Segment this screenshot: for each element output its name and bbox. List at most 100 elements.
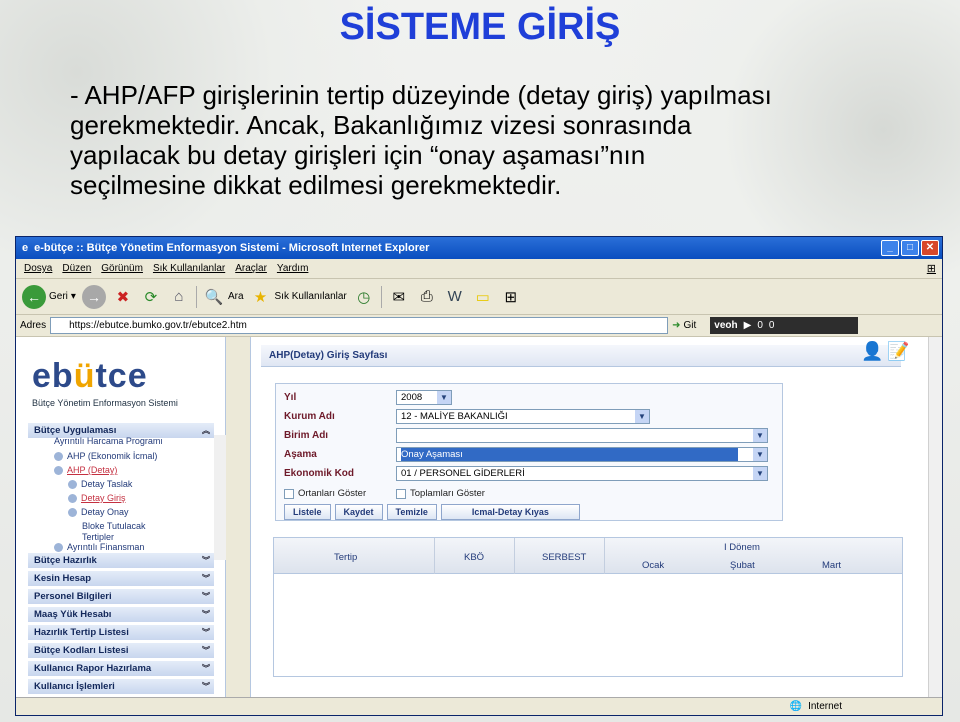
temizle-button[interactable]: Temizle [386, 504, 437, 520]
mail-icon[interactable]: ✉ [388, 286, 410, 308]
menu-section[interactable]: Kesin Hesap ︾ [28, 571, 214, 587]
icmal-detay-button[interactable]: Icmal-Detay Kıyas [440, 504, 580, 520]
main-pane: AHP(Detay) Giriş Sayfası 👤 📝 Yıl 2008 ▼ K… [251, 337, 942, 697]
user-icon[interactable]: 👤 [861, 341, 883, 362]
globe-icon: 🌐 [789, 701, 803, 712]
separator [380, 285, 382, 308]
kaydet-button[interactable]: Kaydet [334, 504, 383, 520]
sidebar-scrollbar[interactable] [214, 435, 226, 560]
slide-line: - AHP/AFP girişlerinin tertip düzeyinde … [70, 80, 772, 110]
col-subat: Şubat [730, 560, 755, 571]
col-period: I Dönem [724, 542, 760, 553]
col-ocak: Ocak [642, 560, 665, 571]
chevron-down-icon: ︾ [202, 556, 210, 565]
address-bar: Adres ➜Git veoh▶00 [16, 315, 942, 337]
col-kbo: KBÖ [464, 552, 485, 563]
bullet-icon [68, 508, 77, 518]
close-icon[interactable]: ✕ [921, 240, 939, 256]
menu-araclar[interactable]: Araçlar [235, 263, 267, 274]
tree-tertipler[interactable]: Tertipler [82, 532, 114, 542]
page-content: ebütce Bütçe Yönetim Enformasyon Sistemi… [16, 337, 942, 697]
chevron-down-icon: ▼ [437, 391, 451, 404]
chevron-down-icon: ▼ [753, 448, 767, 461]
veoh-toolbar[interactable]: veoh ▶ 0 0 [710, 317, 859, 334]
chevron-down-icon[interactable]: ▾ [71, 291, 76, 302]
main-scrollbar[interactable] [928, 337, 942, 697]
listele-button[interactable]: Listele [284, 504, 331, 520]
notes-icon[interactable]: 📝 [887, 341, 909, 362]
data-grid: Tertip KBÖ SERBEST I Dönem Ocak Şubat Ma… [273, 537, 903, 677]
menu-section[interactable]: Kullanıcı İşlemleri ︾ [28, 679, 214, 695]
tree-detay-taslak[interactable]: Detay Taslak [68, 479, 132, 490]
search-icon: 🔍 [204, 288, 224, 306]
chevron-down-icon: ︾ [202, 646, 210, 655]
col-mart: Mart [822, 560, 841, 571]
tree-bloke[interactable]: Bloke Tutulacak [82, 521, 146, 531]
field-label-kurum: Kurum Adı [284, 411, 335, 422]
tree-ayrintili-harcama[interactable]: Ayrıntılı Harcama Programı [54, 436, 163, 446]
chevron-down-icon: ︾ [202, 628, 210, 637]
menu-sik-kullanilanlar[interactable]: Sık Kullanılanlar [153, 263, 225, 274]
favorites-button[interactable]: ★ Sık Kullanılanlar [250, 286, 347, 308]
menu-section[interactable]: Bütçe Hazırlık ︾ [28, 553, 214, 569]
bullet-icon [54, 543, 63, 553]
back-button[interactable]: ← Geri ▾ [22, 284, 76, 309]
minimize-icon[interactable]: _ [881, 240, 899, 256]
tree-detay-onay[interactable]: Detay Onay [68, 507, 129, 518]
forward-button[interactable]: → [81, 284, 106, 309]
chevron-down-icon: ︾ [202, 682, 210, 691]
browser-titlebar[interactable]: e e-bütçe :: Bütçe Yönetim Enformasyon S… [16, 237, 942, 259]
address-input[interactable] [50, 317, 669, 334]
yil-select[interactable]: 2008 ▼ [396, 390, 452, 405]
browser-window: e e-bütçe :: Bütçe Yönetim Enformasyon S… [15, 236, 943, 716]
asama-select[interactable]: Onay Aşaması ▼ [396, 447, 768, 462]
chevron-down-icon: ▼ [753, 429, 767, 442]
bullet-icon [68, 480, 77, 490]
edit-icon[interactable]: W [444, 286, 466, 308]
address-label: Adres [20, 320, 47, 331]
research-icon[interactable]: ⊞ [500, 286, 522, 308]
chevron-down-icon: ▼ [753, 467, 767, 480]
tree-ahp-ekonomik[interactable]: AHP (Ekonomik İcmal) [54, 451, 157, 462]
discuss-icon[interactable]: ▭ [472, 286, 494, 308]
menu-section[interactable]: Hazırlık Tertip Listesi ︾ [28, 625, 214, 641]
pane-splitter[interactable] [226, 337, 251, 697]
go-button[interactable]: ➜ Git [672, 320, 696, 331]
kurum-select[interactable]: 12 - MALİYE BAKANLIĞI ▼ [396, 409, 650, 424]
stop-icon[interactable]: ✖ [112, 286, 134, 308]
go-arrow-icon: ➜ [672, 320, 681, 331]
field-label-yil: Yıl [284, 392, 297, 403]
search-button[interactable]: 🔍 Ara [203, 286, 244, 308]
print-icon[interactable]: ⎙ [416, 286, 438, 308]
col-tertip: Tertip [334, 552, 358, 563]
ekonomik-select[interactable]: 01 / PERSONEL GİDERLERİ ▼ [396, 466, 768, 481]
grid-header: Tertip KBÖ SERBEST I Dönem Ocak Şubat Ma… [274, 538, 902, 574]
history-icon[interactable]: ◷ [353, 286, 375, 308]
birim-select[interactable]: ▼ [396, 428, 768, 443]
menu-gorunum[interactable]: Görünüm [101, 263, 143, 274]
home-icon[interactable]: ⌂ [168, 286, 190, 308]
menu-dosya[interactable]: Dosya [24, 263, 52, 274]
star-icon: ★ [253, 288, 268, 306]
chevron-up-icon: ︽ [202, 426, 210, 435]
toplamlari-goster-checkbox[interactable]: Toplamları Göster [396, 488, 485, 499]
menu-section[interactable]: Bütçe Kodları Listesi ︾ [28, 643, 214, 659]
tree-ayrintili-finansman[interactable]: Ayrıntılı Finansman [54, 542, 144, 553]
menu-yardim[interactable]: Yardım [277, 263, 309, 274]
chevron-down-icon: ︾ [202, 664, 210, 673]
tree-detay-giris[interactable]: Detay Giriş [68, 493, 126, 504]
field-label-ekonomik: Ekonomik Kod [284, 468, 355, 479]
bullet-icon [54, 466, 63, 476]
menu-section[interactable]: Kullanıcı Rapor Hazırlama ︾ [28, 661, 214, 677]
refresh-icon[interactable]: ⟳ [140, 286, 162, 308]
menu-section[interactable]: Maaş Yük Hesabı ︾ [28, 607, 214, 623]
maximize-icon[interactable]: □ [901, 240, 919, 256]
separator [195, 285, 197, 308]
menu-bar: Dosya Düzen Görünüm Sık Kullanılanlar Ar… [16, 259, 942, 279]
menu-duzen[interactable]: Düzen [62, 263, 91, 274]
status-bar: 🌐 Internet [16, 697, 942, 715]
tree-ahp-detay[interactable]: AHP (Detay) [54, 465, 117, 476]
menu-section[interactable]: Personel Bilgileri ︾ [28, 589, 214, 605]
ortanlari-goster-checkbox[interactable]: Ortanları Göster [284, 488, 366, 499]
windows-logo-icon: ⊞ [926, 263, 936, 275]
